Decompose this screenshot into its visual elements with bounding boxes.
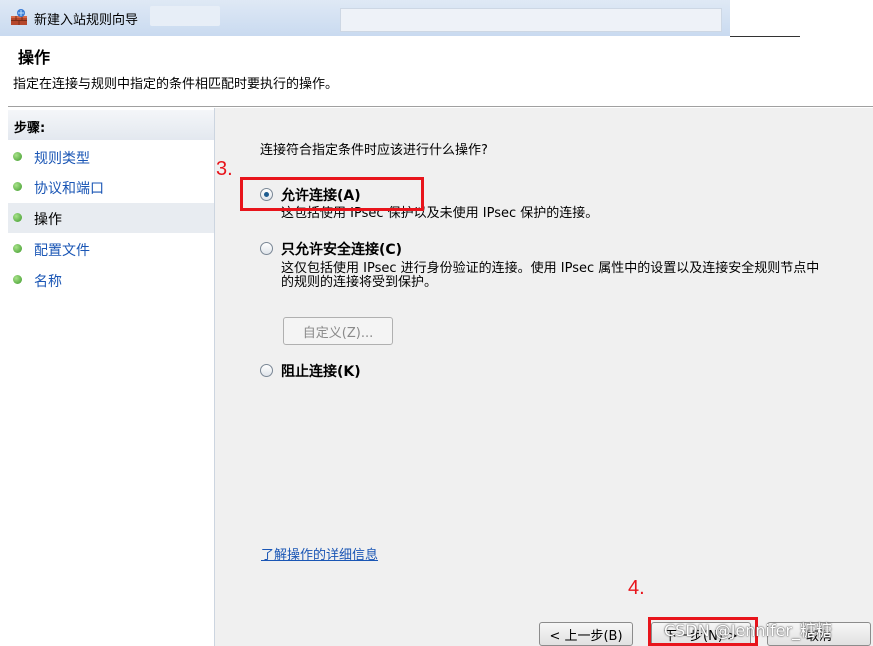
- sidebar-item-label: 操作: [34, 212, 62, 228]
- step-bullet-icon: [13, 275, 22, 284]
- block-connection-radio[interactable]: [260, 364, 273, 377]
- steps-heading-label: 步骤:: [14, 121, 46, 136]
- title-bar[interactable]: 新建入站规则向导: [0, 0, 873, 37]
- step-bullet-icon: [13, 244, 22, 253]
- sidebar-item-profile[interactable]: 配置文件: [8, 234, 214, 264]
- allow-secure-connection-label[interactable]: 只允许安全连接(C): [281, 239, 402, 259]
- allow-secure-connection-description: 这仅包括使用 IPsec 进行身份验证的连接。使用 IPsec 属性中的设置以及…: [281, 261, 820, 290]
- window-title: 新建入站规则向导: [34, 13, 139, 28]
- divider: [8, 106, 873, 107]
- allow-secure-connection-radio[interactable]: [260, 242, 273, 255]
- block-connection-label[interactable]: 阻止连接(K): [281, 361, 361, 381]
- step-bullet-icon: [13, 182, 22, 191]
- action-question: 连接符合指定条件时应该进行什么操作?: [260, 143, 488, 158]
- sidebar-item-name[interactable]: 名称: [8, 265, 214, 295]
- steps-heading: 步骤:: [8, 110, 214, 140]
- sidebar-item-protocol-port[interactable]: 协议和端口: [8, 172, 214, 202]
- sidebar-item-label: 配置文件: [34, 243, 90, 259]
- divider: [730, 36, 800, 37]
- customize-button[interactable]: 自定义(Z)...: [283, 317, 393, 345]
- back-button[interactable]: < 上一步(B): [539, 622, 633, 646]
- sidebar-item-label: 协议和端口: [34, 181, 104, 197]
- annotation-box-allow: [240, 177, 424, 211]
- annotation-step-3: 3.: [216, 158, 233, 180]
- sidebar-item-label: 规则类型: [34, 151, 90, 167]
- learn-more-link[interactable]: 了解操作的详细信息: [261, 544, 378, 563]
- step-bullet-icon: [13, 213, 22, 222]
- page-description: 指定在连接与规则中指定的条件相匹配时要执行的操作。: [13, 77, 339, 92]
- page-title: 操作: [18, 48, 51, 67]
- steps-sidebar: 步骤: 规则类型 协议和端口 操作 配置文件 名称: [8, 108, 215, 646]
- sidebar-item-rule-type[interactable]: 规则类型: [8, 142, 214, 172]
- step-bullet-icon: [13, 152, 22, 161]
- cropped-area: [730, 0, 873, 36]
- watermark: CSDN @Jennifer_糖糖: [664, 621, 833, 640]
- sidebar-item-label: 名称: [34, 274, 62, 290]
- annotation-step-4: 4.: [628, 577, 645, 599]
- page-header: 操作 指定在连接与规则中指定的条件相匹配时要执行的操作。: [8, 38, 873, 110]
- wizard-window: 新建入站规则向导 操作 指定在连接与规则中指定的条件相匹配时要执行的操作。 步骤…: [0, 0, 873, 646]
- blurred-area: [340, 8, 722, 32]
- firewall-icon: [10, 8, 28, 26]
- sidebar-item-action[interactable]: 操作: [8, 203, 214, 233]
- blurred-area: [150, 6, 220, 26]
